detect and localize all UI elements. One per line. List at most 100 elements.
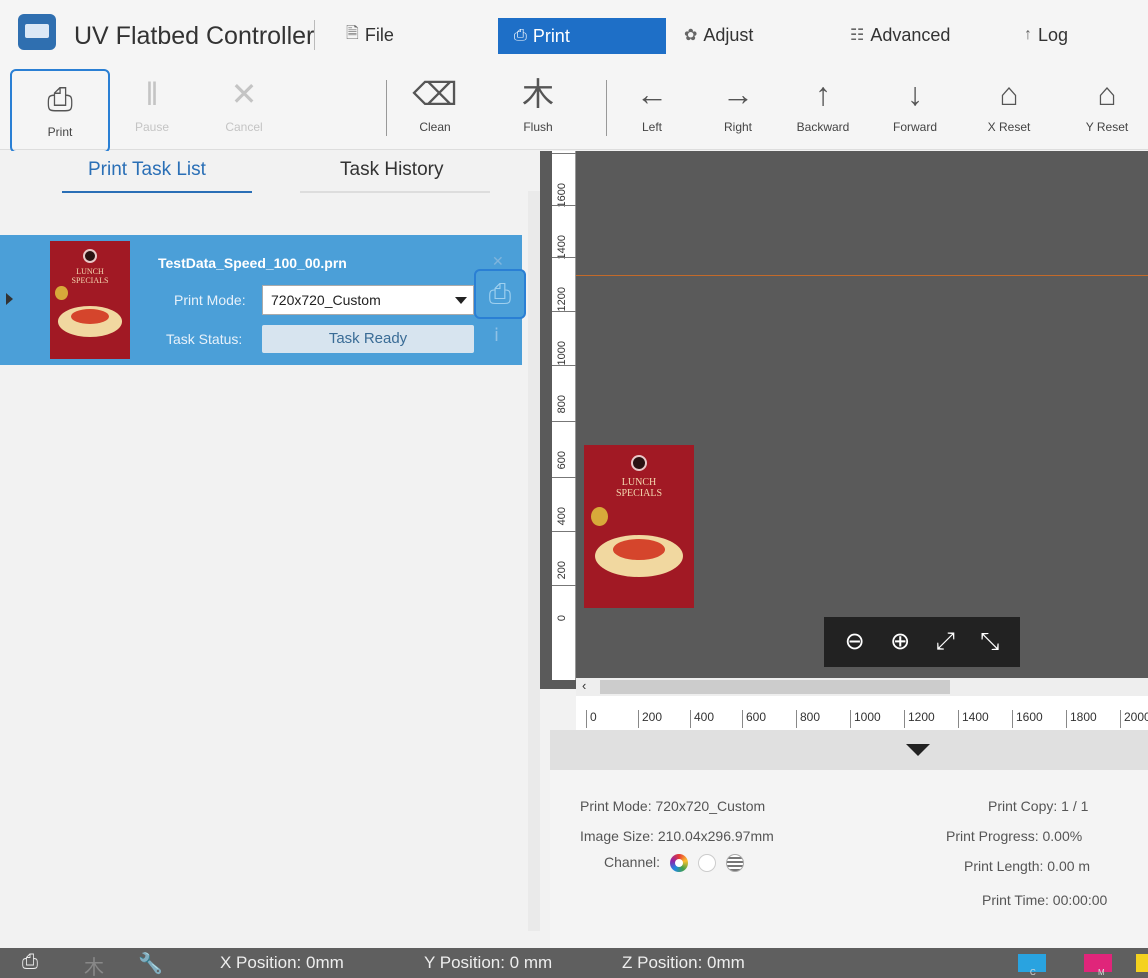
task-file-name: TestData_Speed_100_00.prn bbox=[158, 255, 347, 271]
tab-task-history[interactable]: Task History bbox=[340, 159, 443, 181]
ruler-tick-line bbox=[552, 153, 576, 154]
ruler-tick-line bbox=[552, 585, 576, 586]
cancel-button-label: Cancel bbox=[225, 120, 263, 134]
scroll-thumb[interactable] bbox=[600, 680, 950, 694]
task-status-badge: Task Ready bbox=[262, 325, 474, 353]
task-print-button[interactable]: ⎙ bbox=[474, 269, 526, 319]
canvas-horizontal-scrollbar[interactable]: ‹ bbox=[576, 678, 1148, 696]
eraser-icon: ⌫ bbox=[412, 76, 458, 112]
thumb-dish bbox=[58, 305, 122, 337]
task-status-label: Task Status: bbox=[166, 331, 243, 347]
file-icon: 🗎 bbox=[346, 24, 359, 42]
tab-print-task-list[interactable]: Print Task List bbox=[88, 159, 206, 181]
scroll-left-icon[interactable]: ‹ bbox=[582, 678, 586, 693]
clean-button-label: Clean bbox=[419, 120, 451, 134]
task-thumbnail: LUNCH SPECIALS bbox=[50, 241, 130, 359]
info-channel: Channel: bbox=[604, 854, 744, 873]
ruler-tick-label: 1200 bbox=[556, 287, 568, 312]
print-preview-image[interactable]: LUNCH SPECIALS bbox=[584, 445, 694, 608]
tab-underline bbox=[300, 191, 490, 193]
menu-advanced[interactable]: ☷ Advanced bbox=[850, 20, 950, 50]
zoom-toolbar: ⊖ ⊕ ⤢ ⤡ bbox=[824, 617, 1020, 667]
ruler-tick-line bbox=[552, 205, 576, 206]
app-logo-icon bbox=[18, 14, 56, 50]
left-button-label: Left bbox=[641, 120, 662, 134]
menu-file[interactable]: 🗎 File bbox=[346, 20, 394, 50]
ruler-tick-label: 800 bbox=[556, 395, 568, 414]
actual-size-icon[interactable]: ⤡ bbox=[980, 630, 999, 654]
print-info-panel: Print Mode: 720x720_Custom Image Size: 2… bbox=[550, 770, 1148, 948]
ruler-tick-label: 1000 bbox=[556, 341, 568, 366]
flush-button-label: Flush bbox=[523, 120, 553, 134]
menu-log-label: Log bbox=[1038, 24, 1069, 45]
collapse-arrow-icon[interactable] bbox=[906, 744, 930, 756]
ruler-tick-line bbox=[552, 421, 576, 422]
print-mode-select[interactable]: 720x720_Custom bbox=[262, 285, 474, 315]
arrow-left-icon: ← bbox=[636, 76, 668, 112]
pause-button[interactable]: ‖ Pause bbox=[122, 66, 182, 150]
forward-button-label: Forward bbox=[892, 120, 937, 134]
ruler-tick-label: 200 bbox=[556, 561, 568, 580]
ruler-tick-label: 400 bbox=[690, 710, 714, 728]
right-button[interactable]: → Right bbox=[708, 66, 768, 150]
arrow-right-icon: → bbox=[722, 76, 754, 112]
ruler-tick-label: 1600 bbox=[1012, 710, 1043, 728]
print-mode-value: 720x720_Custom bbox=[271, 292, 381, 308]
thumb-title-line2: SPECIALS bbox=[71, 276, 109, 285]
thumb-seal bbox=[54, 285, 68, 300]
menu-log[interactable]: ↑ Log bbox=[1024, 20, 1068, 50]
info-panel-toggle[interactable] bbox=[550, 730, 1148, 770]
task-row[interactable]: LUNCH SPECIALS TestData_Speed_100_00.prn… bbox=[0, 235, 526, 365]
arrow-up-icon: ↑ bbox=[815, 76, 831, 112]
row-expand-icon[interactable] bbox=[6, 293, 13, 305]
print-button[interactable]: ⎙ Print bbox=[10, 69, 110, 153]
ruler-tick-label: 600 bbox=[742, 710, 766, 728]
x-reset-button-label: X Reset bbox=[987, 120, 1031, 134]
ruler-tick-label: 0 bbox=[586, 710, 597, 728]
menu-print[interactable]: ⎙ Print bbox=[498, 18, 666, 54]
ink-y-level bbox=[1136, 954, 1148, 972]
thumb-badge bbox=[83, 249, 97, 263]
forward-button[interactable]: ↓ Forward bbox=[880, 66, 950, 150]
thumb-badge bbox=[631, 455, 647, 471]
clean-button[interactable]: ⌫ Clean bbox=[400, 66, 470, 150]
ruler-tick-line bbox=[552, 365, 576, 366]
info-print-length: Print Length: 0.00 m bbox=[964, 858, 1091, 874]
toolbar-divider bbox=[606, 80, 607, 136]
x-reset-button[interactable]: ⌂ X Reset bbox=[974, 66, 1044, 150]
right-button-label: Right bbox=[723, 120, 752, 134]
printer-connected-icon: ⎙ bbox=[22, 951, 38, 973]
y-reset-button[interactable]: ⌂ Y Reset bbox=[1072, 66, 1142, 150]
print-canvas[interactable] bbox=[540, 151, 1148, 689]
home-y-icon: ⌂ bbox=[1097, 76, 1117, 112]
printer-icon: ⎙ bbox=[514, 27, 527, 44]
info-print-progress: Print Progress: 0.00% bbox=[946, 828, 1083, 844]
thumb-title-line1: LUNCH bbox=[621, 477, 657, 488]
zoom-in-icon[interactable]: ⊕ bbox=[890, 630, 910, 654]
ruler-tick-label: 0 bbox=[556, 615, 568, 622]
ruler-tick-label: 1600 bbox=[556, 183, 568, 208]
varnish-channel-icon bbox=[725, 854, 744, 873]
cancel-button[interactable]: ✕ Cancel bbox=[214, 66, 274, 150]
left-button[interactable]: ← Left bbox=[622, 66, 682, 150]
channel-label: Channel: bbox=[604, 854, 661, 870]
zoom-out-icon[interactable]: ⊖ bbox=[845, 630, 865, 654]
fit-screen-icon[interactable]: ⤢ bbox=[936, 630, 955, 654]
backward-button[interactable]: ↑ Backward bbox=[788, 66, 858, 150]
y-reset-button-label: Y Reset bbox=[1085, 120, 1129, 134]
task-panel: Print Task List Task History LUNCH SPECI… bbox=[0, 151, 548, 948]
info-icon[interactable]: ⅰ bbox=[494, 325, 499, 346]
flush-button[interactable]: ⽊ Flush bbox=[508, 66, 568, 150]
z-position: Z Position: 0mm bbox=[622, 953, 745, 972]
ruler-tick-line bbox=[552, 477, 576, 478]
task-list-scrollbar[interactable] bbox=[528, 191, 540, 931]
menu-adjust[interactable]: ✿ Adjust bbox=[684, 20, 753, 50]
pause-icon: ‖ bbox=[145, 76, 159, 112]
thumb-title: LUNCH SPECIALS bbox=[50, 267, 130, 285]
print-button-label: Print bbox=[47, 125, 73, 139]
gear-icon: ✿ bbox=[684, 27, 698, 44]
ruler-tick-line bbox=[552, 257, 576, 258]
sliders-icon: ☷ bbox=[850, 27, 865, 44]
ruler-tick-label: 1000 bbox=[850, 710, 881, 728]
close-icon[interactable]: ✕ bbox=[492, 253, 504, 270]
